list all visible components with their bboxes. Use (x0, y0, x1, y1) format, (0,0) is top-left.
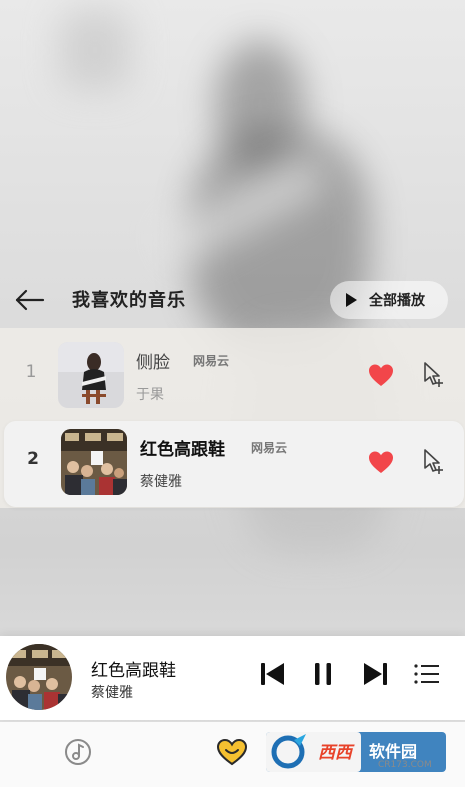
song-title: 侧脸 (136, 353, 170, 373)
playlist-button[interactable] (411, 658, 443, 690)
song-index: 1 (25, 362, 37, 382)
previous-button[interactable] (256, 658, 288, 690)
song-source: 网易云 (251, 441, 288, 455)
add-to-playlist-button[interactable] (420, 360, 446, 388)
mini-player: 红色高跟鞋 蔡健雅 (0, 636, 465, 720)
back-button[interactable] (14, 286, 46, 314)
now-playing-title: 红色高跟鞋 (91, 661, 176, 681)
song-title: 红色高跟鞋 (140, 440, 225, 460)
heart-face-icon (216, 738, 248, 766)
next-button[interactable] (360, 658, 392, 690)
song-index: 2 (27, 449, 39, 469)
pause-icon (315, 663, 331, 685)
pause-button[interactable] (307, 658, 339, 690)
skip-next-icon (364, 663, 387, 685)
page-header: 我喜欢的音乐 全部播放 (0, 278, 465, 322)
like-button[interactable] (366, 447, 396, 477)
now-playing-cover[interactable] (6, 644, 72, 710)
page-title: 我喜欢的音乐 (72, 290, 186, 311)
watermark-brand-left: 西西 (318, 743, 352, 763)
bottom-tab-bar: 西西 软件园 CR173.COM (0, 722, 465, 787)
add-to-playlist-icon (424, 362, 443, 387)
song-artist: 蔡健雅 (140, 474, 182, 490)
add-to-playlist-button[interactable] (420, 447, 446, 475)
play-all-button[interactable]: 全部播放 (330, 281, 448, 319)
song-artist: 于果 (136, 387, 164, 403)
song-row[interactable]: 1 侧脸 网易云 于果 (0, 334, 465, 420)
album-cover (58, 342, 124, 408)
heart-icon (369, 364, 393, 386)
add-to-playlist-icon (424, 449, 443, 474)
song-source: 网易云 (193, 354, 230, 368)
music-note-icon (65, 739, 91, 765)
watermark-domain: CR173.COM (378, 760, 432, 770)
song-list: 1 侧脸 网易云 于果 2 红色高跟鞋 网易云 蔡健雅 (0, 328, 465, 508)
skip-previous-icon (261, 663, 284, 685)
song-row-playing[interactable]: 2 红色高跟鞋 网易云 蔡健雅 (4, 421, 464, 507)
heart-icon (369, 451, 393, 473)
watermark-brand-right: 软件园 (369, 742, 418, 761)
like-button[interactable] (366, 360, 396, 390)
now-playing-artist: 蔡健雅 (91, 685, 133, 701)
tab-music[interactable] (62, 736, 94, 768)
play-all-label: 全部播放 (369, 293, 425, 309)
arrow-left-icon (15, 289, 45, 311)
play-icon (346, 293, 357, 307)
tab-favorites[interactable] (216, 736, 248, 768)
album-cover (61, 429, 127, 495)
playlist-icon (414, 664, 439, 684)
